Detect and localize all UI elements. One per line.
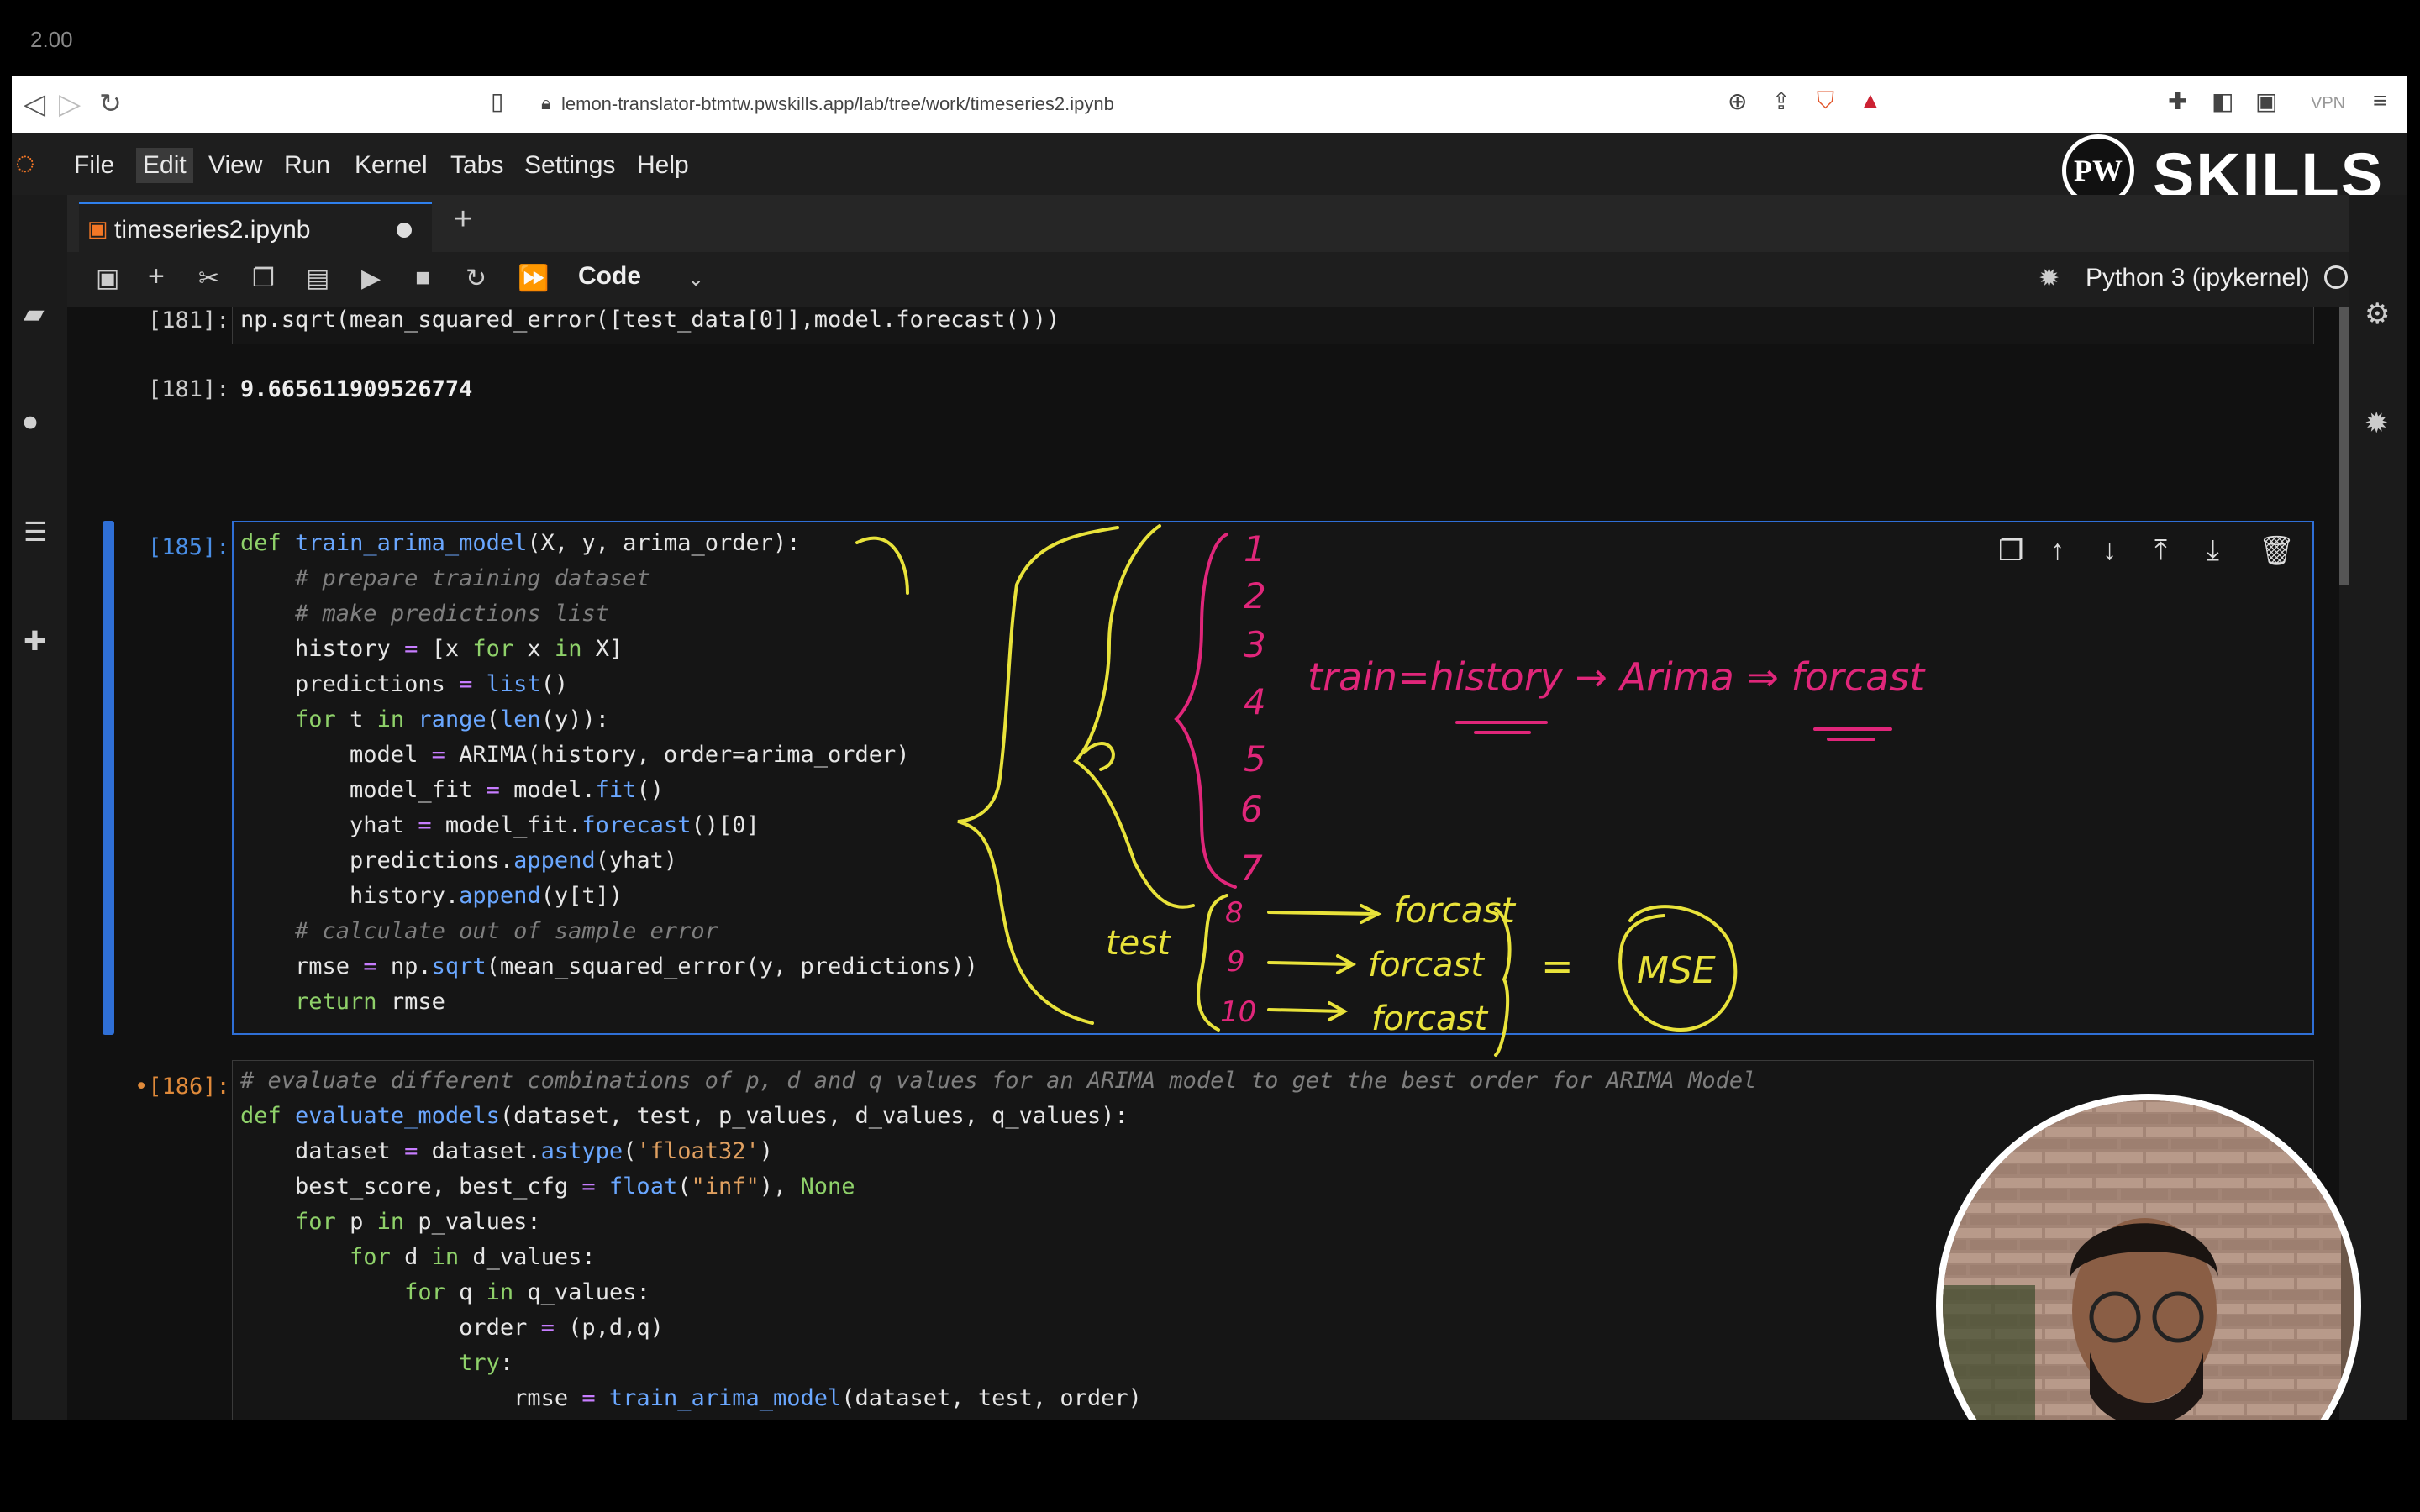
- notebook-icon: ▣: [87, 216, 108, 241]
- tab-timeseries2[interactable]: ▣ timeseries2.ipynb: [79, 202, 432, 252]
- jupyter-menubar: ◌ File Edit View Run Kernel Tabs Setting…: [12, 133, 2407, 195]
- bookmark-icon[interactable]: ▯: [491, 87, 503, 115]
- brave-shield-icon[interactable]: ⛉: [1817, 87, 1834, 115]
- mse-label: MSE: [1637, 949, 1716, 992]
- lock-icon: 🔒︎: [541, 92, 551, 113]
- screen-recording: ◁ ▷ ↻ ▯ 🔒︎ lemon-translator-btmtw.pwskil…: [12, 76, 2407, 1420]
- browser-toolbar: ◁ ▷ ↻ ▯ 🔒︎ lemon-translator-btmtw.pwskil…: [12, 76, 2407, 133]
- menu-tabs[interactable]: Tabs: [450, 151, 503, 180]
- forecast-label: forcast: [1393, 890, 1516, 931]
- address-bar[interactable]: lemon-translator-btmtw.pwskills.app/lab/…: [561, 93, 1114, 115]
- test-label: test: [1106, 924, 1171, 963]
- index-numeral: 1: [1244, 528, 1266, 570]
- right-sidebar: ⚙ ✹: [2349, 195, 2407, 1420]
- index-numeral: 7: [1240, 848, 1263, 889]
- run-icon[interactable]: ▶: [361, 264, 381, 293]
- extensions-icon[interactable]: ✚: [2168, 87, 2187, 115]
- reload-icon[interactable]: ↻: [99, 87, 122, 119]
- fast-forward-icon[interactable]: ⏩: [518, 264, 549, 293]
- yellow-brace-inner: [1072, 524, 1195, 909]
- running-icon[interactable]: ⏺: [24, 407, 37, 438]
- underline-2: [1813, 727, 1892, 741]
- forward-icon[interactable]: ▷: [59, 87, 81, 121]
- menu-help[interactable]: Help: [637, 151, 689, 180]
- forecast-label: forcast: [1368, 946, 1485, 984]
- menu-run[interactable]: Run: [284, 151, 330, 180]
- paste-icon[interactable]: ▤: [306, 264, 329, 293]
- index-numeral: 6: [1240, 789, 1263, 830]
- index-numeral: 3: [1244, 624, 1266, 665]
- save-icon[interactable]: ▣: [96, 264, 119, 293]
- yellow-loop: [1082, 742, 1115, 771]
- arrow-2: [1267, 954, 1357, 974]
- wallet-icon[interactable]: ▣: [2255, 87, 2277, 115]
- menu-settings[interactable]: Settings: [524, 151, 615, 180]
- magenta-brace: [1174, 533, 1237, 889]
- stop-icon[interactable]: ■: [415, 264, 430, 292]
- kernel-status-icon: [2324, 265, 2348, 289]
- sidebar-toggle-icon[interactable]: ◧: [2212, 87, 2233, 115]
- chevron-down-icon[interactable]: ⌄: [687, 267, 704, 291]
- video-timestamp: 2.00: [30, 27, 73, 52]
- tab-title: timeseries2.ipynb: [114, 216, 311, 244]
- menu-icon[interactable]: ≡: [2373, 87, 2386, 114]
- index-numeral: 2: [1244, 575, 1266, 617]
- debugger-icon[interactable]: ✹: [2365, 407, 2389, 440]
- share-icon[interactable]: ⇪: [1771, 87, 1791, 115]
- right-brace: [1494, 907, 1512, 1057]
- brave-rewards-icon[interactable]: ▲: [1859, 87, 1882, 114]
- equals-sign: =: [1541, 943, 1574, 989]
- menu-view[interactable]: View: [208, 151, 262, 180]
- left-sidebar: ▰ ⏺ ☰ ✚: [12, 195, 67, 1420]
- unsaved-dot-icon[interactable]: [397, 223, 412, 238]
- property-inspector-icon[interactable]: ⚙: [2365, 297, 2390, 331]
- arrow-3: [1267, 1001, 1349, 1021]
- index-numeral: 9: [1227, 945, 1245, 979]
- pipeline-annotation: train=history → Arima ⇒ forcast: [1307, 654, 1926, 700]
- yellow-bracket-stroke: [855, 536, 909, 595]
- menu-file[interactable]: File: [74, 151, 114, 180]
- cell-type-select[interactable]: Code: [578, 262, 641, 291]
- menu-edit[interactable]: Edit: [136, 148, 193, 183]
- zoom-icon[interactable]: ⊕: [1728, 87, 1747, 115]
- index-numeral: 4: [1244, 681, 1266, 722]
- restart-icon[interactable]: ↻: [466, 264, 487, 293]
- forecast-label: forcast: [1371, 1000, 1488, 1038]
- vpn-badge[interactable]: VPN: [2311, 94, 2345, 113]
- cut-icon[interactable]: ✂: [198, 264, 219, 293]
- tab-bar: ▣ timeseries2.ipynb +: [67, 195, 2349, 252]
- notebook-toolbar: ▣ + ✂ ❐ ▤ ▶ ■ ↻ ⏩ Code ⌄ ✹ Python 3 (ipy…: [67, 252, 2349, 308]
- underline-1: [1455, 721, 1548, 734]
- kernel-name[interactable]: Python 3 (ipykernel): [2086, 264, 2310, 292]
- copy-icon[interactable]: ❐: [252, 264, 275, 293]
- menu-kernel[interactable]: Kernel: [355, 151, 428, 180]
- bug-icon[interactable]: ✹: [2039, 264, 2060, 293]
- arrow-1: [1267, 904, 1382, 924]
- index-numeral: 8: [1225, 896, 1244, 930]
- jupyter-logo-icon: ◌: [15, 144, 35, 181]
- new-tab-button[interactable]: +: [454, 202, 472, 238]
- extension-puzzle-icon[interactable]: ✚: [24, 625, 46, 657]
- index-numeral: 10: [1220, 995, 1256, 1029]
- insert-cell-icon[interactable]: +: [148, 260, 165, 293]
- back-icon[interactable]: ◁: [24, 87, 45, 121]
- index-numeral: 5: [1244, 738, 1266, 780]
- toc-icon[interactable]: ☰: [24, 516, 48, 548]
- folder-icon[interactable]: ▰: [24, 297, 45, 329]
- scrollbar-thumb[interactable]: [2339, 307, 2349, 585]
